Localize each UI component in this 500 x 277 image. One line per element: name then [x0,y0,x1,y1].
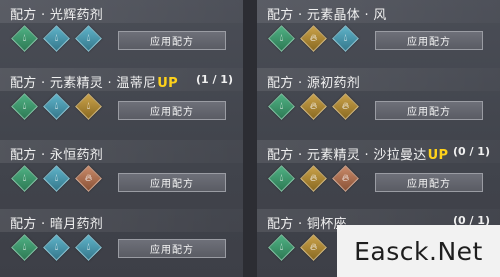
recipe-title: 配方 · 暗月药剂 [10,217,104,232]
green-drop-icon: 💧︎ [11,234,38,261]
recipe-title: 配方 · 源初药剂 [267,76,361,91]
green-drop-icon: 💧︎ [11,165,38,192]
blue-drop-icon: 💧︎ [75,25,102,52]
recipe-title: 配方 · 元素晶体 · 风 [267,8,387,23]
copper-flame-icon: 🔥︎ [332,165,359,192]
apply-recipe-button[interactable]: 应用配方 [118,31,226,50]
recipe-title: 配方 · 永恒药剂 [10,148,104,163]
blue-drop-icon: 💧︎ [75,234,102,261]
gold-flame-icon: 🔥︎ [332,93,359,120]
gold-flame-icon: 🔥︎ [300,93,327,120]
recipe-count: (0 / 1) [452,145,490,158]
apply-recipe-button[interactable]: 应用配方 [118,101,226,120]
recipe-title: 配方 · 元素精灵 · 沙拉曼达UP [267,148,449,163]
apply-recipe-button[interactable]: 应用配方 [375,173,483,192]
recipe-title: 配方 · 元素精灵 · 温蒂尼UP [10,76,178,91]
recipe-title: 配方 · 铜杯座 [267,217,347,232]
blue-drop-icon: 💧︎ [43,165,70,192]
blue-drop-icon: 💧︎ [332,25,359,52]
green-drop-icon: 💧︎ [268,165,295,192]
site-watermark: Easck.Net [337,225,500,277]
copper-flame-icon: 🔥︎ [75,165,102,192]
gold-flame-icon: 🔥︎ [300,234,327,261]
green-drop-icon: 💧︎ [268,234,295,261]
recipe-count: (1 / 1) [195,73,233,86]
recipe-title: 配方 · 光辉药剂 [10,8,104,23]
blue-drop-icon: 💧︎ [43,25,70,52]
gold-drop-icon: 💧︎ [75,93,102,120]
column-divider [243,0,257,277]
apply-recipe-button[interactable]: 应用配方 [118,173,226,192]
recipe-column-left: 配方 · 光辉药剂 💧︎ 💧︎ 💧︎ 应用配方 配方 · 元素精灵 · 温蒂尼U… [0,0,243,277]
gold-flame-icon: 🔥︎ [300,165,327,192]
green-drop-icon: 💧︎ [268,25,295,52]
blue-drop-icon: 💧︎ [43,234,70,261]
apply-recipe-button[interactable]: 应用配方 [375,101,483,120]
apply-recipe-button[interactable]: 应用配方 [375,31,483,50]
apply-recipe-button[interactable]: 应用配方 [118,239,226,258]
green-drop-icon: 💧︎ [11,93,38,120]
gold-flame-icon: 🔥︎ [300,25,327,52]
green-drop-icon: 💧︎ [11,25,38,52]
green-drop-icon: 💧︎ [268,93,295,120]
blue-drop-icon: 💧︎ [43,93,70,120]
